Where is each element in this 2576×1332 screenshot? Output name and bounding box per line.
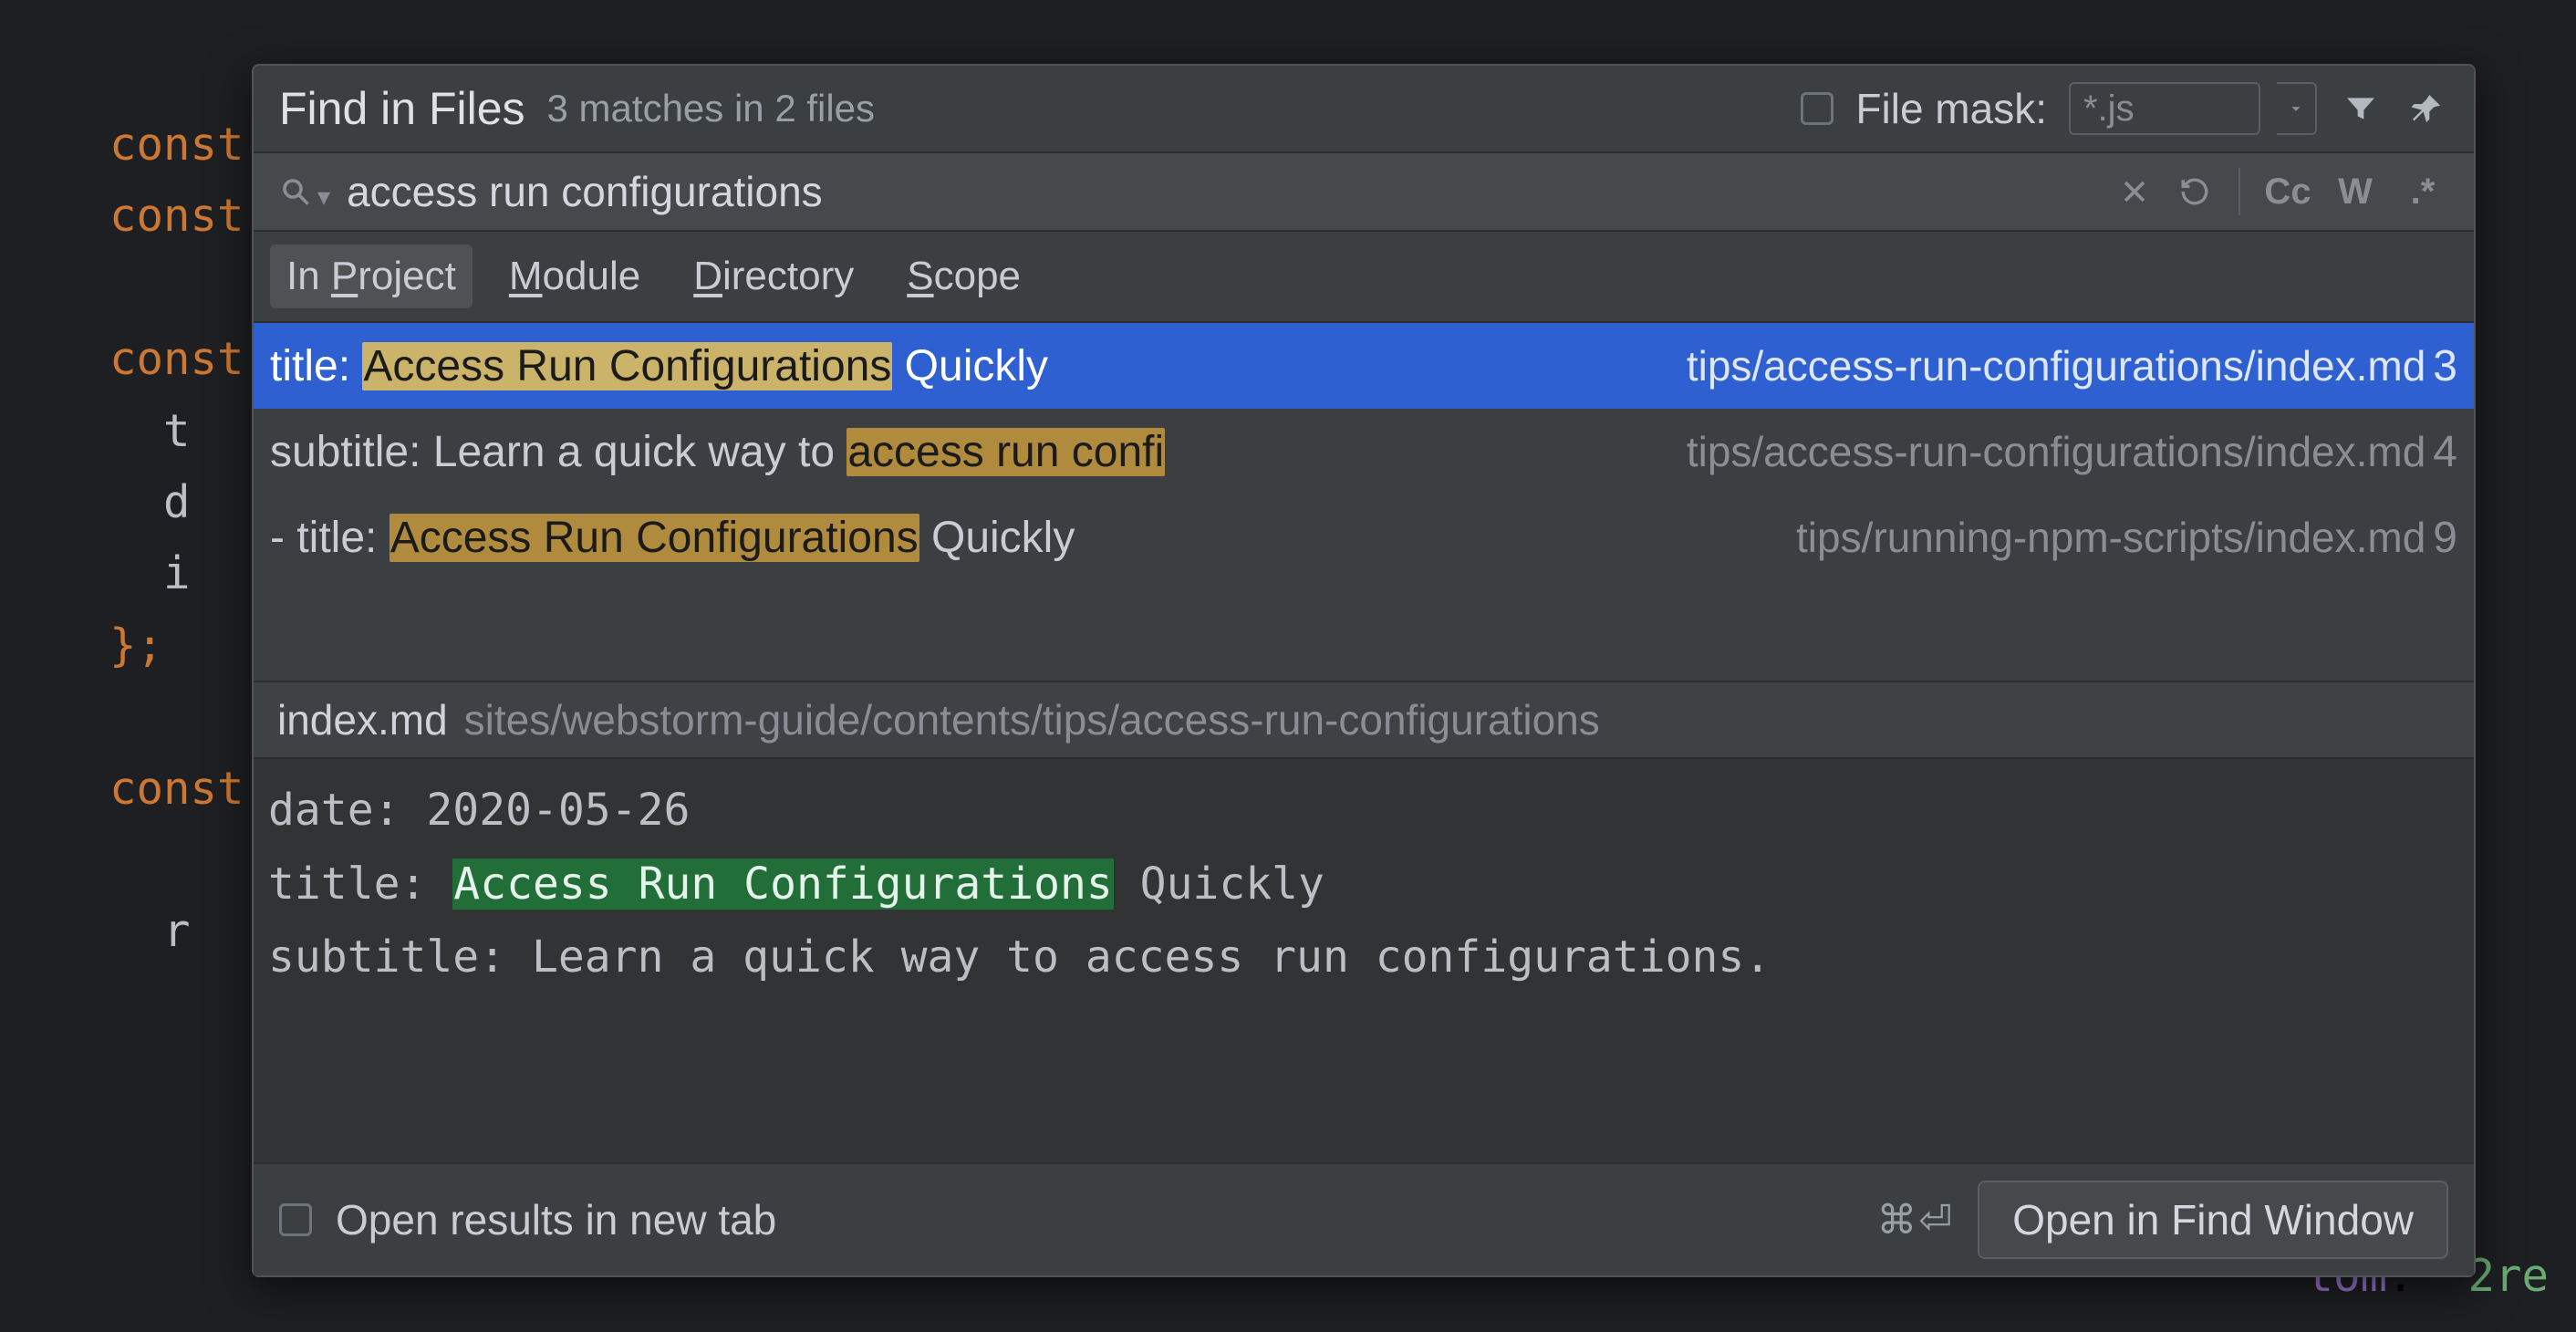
match-case-toggle[interactable]: Cc <box>2262 172 2313 213</box>
preview-line: date: 2020-05-26 <box>268 785 690 836</box>
result-path: tips/running-npm-scripts/index.md <box>1796 513 2425 562</box>
dialog-title: Find in Files <box>279 82 525 135</box>
search-history-icon[interactable] <box>2173 170 2217 213</box>
search-row: ▾ Cc W .* <box>254 151 2474 232</box>
whole-words-toggle[interactable]: W <box>2330 172 2381 213</box>
result-path: tips/access-run-configurations/index.md <box>1687 341 2425 390</box>
regex-toggle[interactable]: .* <box>2397 172 2448 213</box>
result-text: title: Access Run Configurations Quickly <box>270 341 1668 391</box>
code-line: r <box>109 905 191 957</box>
result-text: - title: Access Run Configurations Quick… <box>270 513 1778 563</box>
file-mask-input[interactable]: *.js <box>2069 82 2260 135</box>
dialog-match-summary: 3 matches in 2 files <box>547 87 876 130</box>
file-mask-label: File mask: <box>1855 84 2047 133</box>
search-history-dropdown[interactable]: ▾ <box>317 182 330 212</box>
result-line: 9 <box>2433 513 2457 563</box>
scope-tab-project[interactable]: In Project <box>270 245 473 308</box>
code-line: d <box>109 476 191 528</box>
code-line: const <box>109 333 244 385</box>
open-in-find-window-button[interactable]: Open in Find Window <box>1978 1181 2448 1259</box>
search-icon <box>279 175 312 208</box>
open-in-new-tab-label: Open results in new tab <box>336 1195 776 1244</box>
scope-tab-directory[interactable]: Directory <box>677 245 870 308</box>
preview-body: date: 2020-05-26 title: Access Run Confi… <box>254 759 2474 1162</box>
result-row[interactable]: title: Access Run Configurations Quickly… <box>254 323 2474 409</box>
result-path: tips/access-run-configurations/index.md <box>1687 427 2425 476</box>
shortcut-hint: ⌘⏎ <box>1876 1197 1954 1244</box>
search-input[interactable] <box>347 167 2096 216</box>
preview-line: subtitle: Learn a quick way to access ru… <box>268 931 1771 983</box>
result-row[interactable]: - title: Access Run Configurations Quick… <box>254 494 2474 580</box>
result-line: 3 <box>2433 341 2457 391</box>
scope-tab-scope[interactable]: Scope <box>890 245 1037 308</box>
preview-file-name: index.md <box>277 695 448 744</box>
results-list: title: Access Run Configurations Quickly… <box>254 323 2474 681</box>
scope-tabs: In Project Module Directory Scope <box>254 232 2474 323</box>
file-mask-dropdown[interactable] <box>2277 82 2317 135</box>
dialog-footer: Open results in new tab ⌘⏎ Open in Find … <box>254 1162 2474 1275</box>
scope-tab-module[interactable]: Module <box>493 245 657 308</box>
pin-icon[interactable] <box>2405 87 2448 130</box>
filter-icon[interactable] <box>2339 87 2383 130</box>
open-in-new-tab-checkbox[interactable] <box>279 1203 312 1236</box>
file-mask-checkbox[interactable] <box>1801 92 1833 125</box>
result-row[interactable]: subtitle: Learn a quick way to access ru… <box>254 409 2474 494</box>
result-line: 4 <box>2433 427 2457 477</box>
code-line: i <box>109 547 191 599</box>
code-line: const <box>109 763 244 815</box>
code-line: const <box>109 190 244 242</box>
code-line: const <box>109 119 244 171</box>
code-line: t <box>109 405 191 457</box>
preview-line: title: Access Run Configurations Quickly <box>268 859 1324 910</box>
code-line: }; <box>109 619 163 671</box>
results-spacer <box>254 580 2474 681</box>
preview-header: index.md sites/webstorm-guide/contents/t… <box>254 681 2474 759</box>
find-in-files-dialog: Find in Files 3 matches in 2 files File … <box>252 64 2476 1277</box>
result-text: subtitle: Learn a quick way to access ru… <box>270 427 1668 477</box>
clear-search-icon[interactable] <box>2113 170 2156 213</box>
dialog-header: Find in Files 3 matches in 2 files File … <box>254 66 2474 151</box>
separator <box>2238 168 2240 215</box>
preview-file-path: sites/webstorm-guide/contents/tips/acces… <box>464 695 1600 744</box>
